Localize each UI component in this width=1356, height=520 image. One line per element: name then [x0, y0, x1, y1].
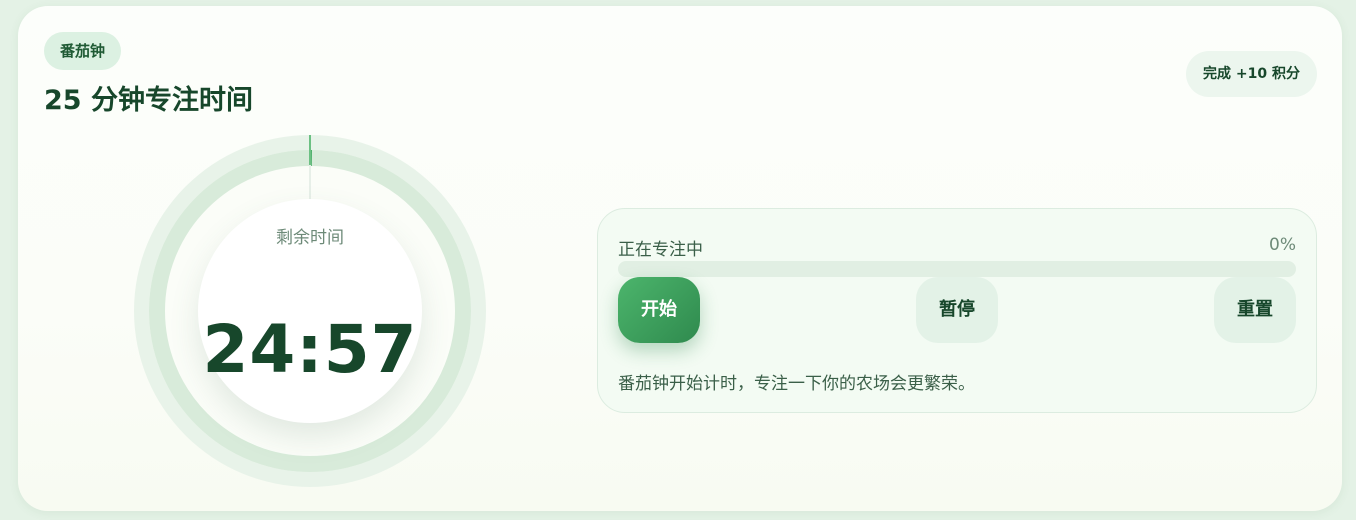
reset-button[interactable]: 重置 — [1214, 277, 1296, 343]
progress-percent: 0% — [1269, 235, 1296, 255]
focus-hint: 番茄钟开始计时，专注一下你的农场会更繁荣。 — [618, 374, 975, 394]
progress-bar — [618, 261, 1296, 277]
pause-button[interactable]: 暂停 — [916, 277, 998, 343]
remaining-time-label: 剩余时间 — [276, 228, 344, 248]
countdown-display: 24:57 — [202, 311, 418, 388]
control-panel: 正在专注中 0% 开始 暂停 重置 番茄钟开始计时，专注一下你的农场会更繁荣。 — [597, 208, 1317, 413]
page-title: 25 分钟专注时间 — [44, 85, 253, 116]
reward-badge: 完成 +10 积分 — [1186, 51, 1317, 97]
pomodoro-card: 番茄钟 25 分钟专注时间 完成 +10 积分 剩余时间 24:57 正在专注中… — [18, 6, 1342, 511]
timer-face: 剩余时间 24:57 — [198, 199, 422, 423]
start-button[interactable]: 开始 — [618, 277, 700, 343]
focus-status: 正在专注中 — [618, 240, 703, 260]
timer-ring: 剩余时间 24:57 — [134, 135, 486, 487]
pomodoro-badge: 番茄钟 — [44, 32, 122, 70]
